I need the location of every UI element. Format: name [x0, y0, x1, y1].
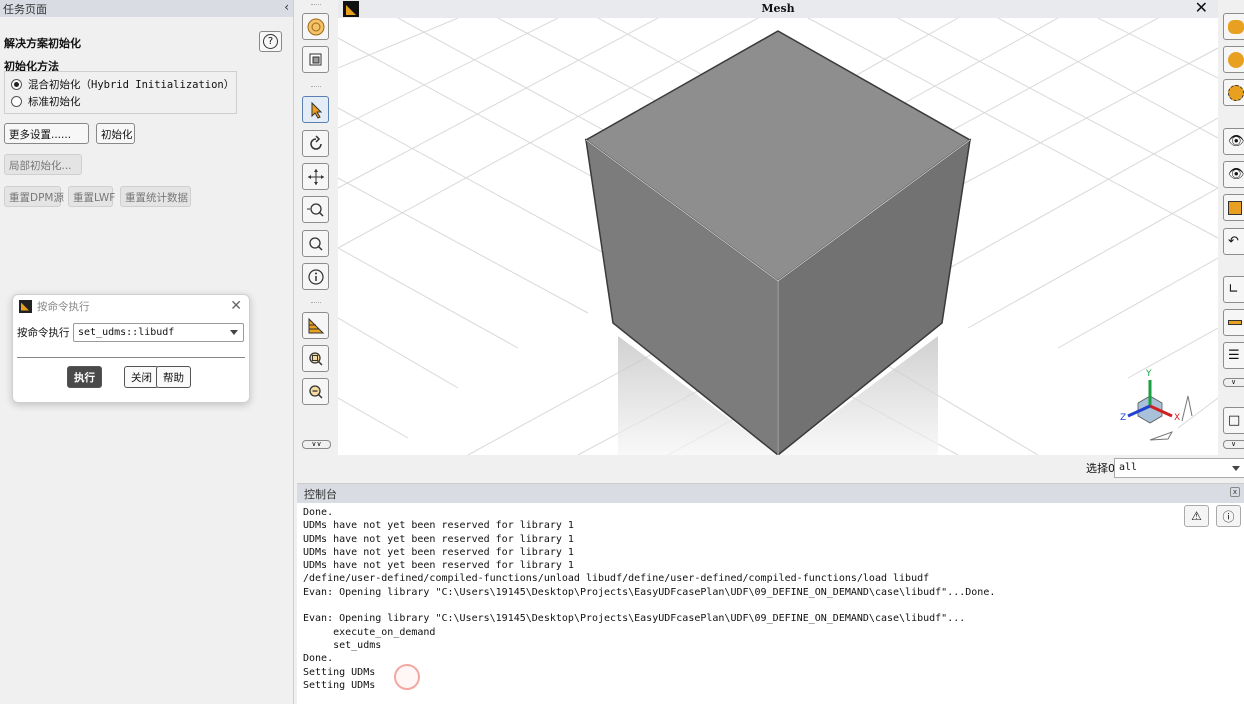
- console-line: UDMs have not yet been reserved for libr…: [303, 560, 574, 572]
- chevron-down-icon[interactable]: ∨: [1223, 440, 1244, 449]
- frame-icon[interactable]: [1223, 194, 1244, 221]
- patch-button[interactable]: 局部初始化...: [4, 154, 82, 175]
- graphics-toolbar: ∨∨: [295, 0, 337, 480]
- toolbar-grip: [311, 302, 321, 304]
- radio-standard[interactable]: 标准初始化: [11, 94, 81, 109]
- slider-icon[interactable]: [1223, 309, 1244, 336]
- console-line: Evan: Opening library "C:\Users\19145\De…: [303, 586, 996, 598]
- view-icon[interactable]: [302, 46, 329, 73]
- close-icon[interactable]: x: [1230, 487, 1240, 497]
- window-icon[interactable]: □: [1223, 407, 1244, 434]
- console-line: execute_on_demand: [303, 626, 436, 638]
- close-icon[interactable]: ✕: [230, 298, 242, 314]
- console-line: /define/user-defined/compiled-functions/…: [303, 573, 930, 585]
- command-label: 按命令执行: [17, 327, 70, 339]
- close-button[interactable]: 关闭: [124, 366, 159, 388]
- command-value: set_udms::libudf: [78, 327, 175, 338]
- report-icon[interactable]: ☰: [1223, 342, 1244, 369]
- chevron-down-icon[interactable]: ∨: [1223, 378, 1244, 387]
- reset-dpm-button[interactable]: 重置DPM源: [4, 186, 64, 207]
- selection-label: 选择0: [1086, 462, 1115, 475]
- info-icon[interactable]: [302, 263, 329, 290]
- console-panel[interactable]: 控制台 x ⚠ ⓘ Done. UDMs have not yet been re…: [297, 483, 1244, 704]
- eye-icon[interactable]: 👁: [1223, 128, 1244, 155]
- console-line: Evan: Opening library "C:\Users\19145\De…: [303, 613, 966, 625]
- execute-button[interactable]: 执行: [67, 366, 102, 388]
- radio-button[interactable]: [11, 96, 22, 107]
- dialog-title: 按命令执行: [37, 300, 90, 313]
- graphics-titlebar: Mesh ✕: [338, 0, 1218, 18]
- mesh-viewport[interactable]: Y X Z: [338, 18, 1218, 455]
- select-pointer-icon[interactable]: [302, 96, 329, 123]
- axis-z-label: Z: [1120, 413, 1126, 423]
- undo-icon[interactable]: ↶: [1223, 228, 1244, 255]
- reset-stats-button[interactable]: 重置统计数据: [120, 186, 191, 207]
- console-line: UDMs have not yet been reserved for libr…: [303, 520, 574, 532]
- more-settings-button[interactable]: 更多设置......: [4, 123, 89, 144]
- reset-lwf-button[interactable]: 重置LWF: [68, 186, 115, 207]
- radio-hybrid[interactable]: 混合初始化（Hybrid Initialization）: [11, 77, 234, 92]
- radio-button[interactable]: [11, 79, 22, 90]
- help-button[interactable]: ?: [259, 31, 282, 52]
- orient-icon[interactable]: [302, 312, 329, 339]
- divider: [17, 357, 245, 358]
- contour-icon[interactable]: [1223, 79, 1244, 106]
- chevron-down-icon[interactable]: ∨∨: [302, 440, 331, 449]
- console-line: UDMs have not yet been reserved for libr…: [303, 533, 574, 545]
- collapse-icon[interactable]: ‹: [284, 0, 289, 14]
- axes-icon[interactable]: ∟: [1223, 276, 1244, 303]
- selection-select[interactable]: all: [1114, 458, 1244, 478]
- zoom-in-out-icon[interactable]: [302, 196, 329, 223]
- fit-icon[interactable]: [302, 13, 329, 40]
- toolbar-grip: [311, 4, 321, 6]
- close-icon[interactable]: ✕: [1195, 0, 1208, 16]
- command-select[interactable]: set_udms::libudf: [73, 323, 244, 342]
- dialog-titlebar: 按命令执行: [13, 295, 249, 317]
- app-logo-icon: [343, 1, 359, 17]
- task-panel-header: 任务页面 ‹: [0, 0, 293, 17]
- console-header: 控制台 x: [297, 484, 1244, 503]
- right-toolbar: 👁 👁 ↶ ∟ ☰ ∨ □ ∨: [1220, 0, 1244, 455]
- radio-label: 混合初始化（Hybrid Initialization）: [28, 79, 235, 91]
- zoom-out-icon[interactable]: [302, 378, 329, 405]
- zoom-icon[interactable]: [302, 230, 329, 257]
- task-panel-title: 任务页面: [3, 3, 47, 16]
- chevron-down-icon[interactable]: [1232, 466, 1240, 471]
- method-radio-group: 混合初始化（Hybrid Initialization） 标准初始化: [4, 71, 237, 114]
- pan-icon[interactable]: [302, 163, 329, 190]
- rotate-icon[interactable]: [302, 130, 329, 157]
- page-title: 解决方案初始化: [4, 37, 81, 50]
- execute-command-dialog: 按命令执行 ✕ 按命令执行 set_udms::libudf 执行 关闭 帮助: [12, 294, 250, 403]
- hide-icon[interactable]: 👁: [1223, 161, 1244, 188]
- shade-icon[interactable]: [1223, 46, 1244, 73]
- initialize-button[interactable]: 初始化: [96, 123, 135, 144]
- zoom-box-icon[interactable]: [302, 345, 329, 372]
- warning-icon[interactable]: ⚠: [1184, 505, 1209, 527]
- cursor-indicator: [394, 664, 420, 690]
- console-line: set_udms: [303, 639, 382, 651]
- help-button[interactable]: 帮助: [156, 366, 191, 388]
- chevron-down-icon[interactable]: [230, 330, 238, 335]
- info-icon[interactable]: ⓘ: [1216, 505, 1241, 527]
- axis-x-label: X: [1174, 413, 1180, 423]
- console-line: Done.: [303, 507, 334, 518]
- graphics-window[interactable]: Mesh ✕ Y X Z: [338, 0, 1218, 455]
- app-logo-icon: [19, 299, 32, 313]
- help-icon: ?: [263, 34, 278, 49]
- graphics-title: Mesh: [761, 2, 795, 15]
- radio-label: 标准初始化: [28, 96, 81, 108]
- console-line: UDMs have not yet been reserved for libr…: [303, 546, 574, 558]
- layers-icon[interactable]: [1223, 13, 1244, 40]
- toolbar-grip: [311, 86, 321, 88]
- axis-y-label: Y: [1145, 369, 1152, 379]
- console-title: 控制台: [304, 488, 337, 501]
- selection-value: all: [1119, 462, 1138, 473]
- axis-triad: Y X Z: [1120, 369, 1193, 441]
